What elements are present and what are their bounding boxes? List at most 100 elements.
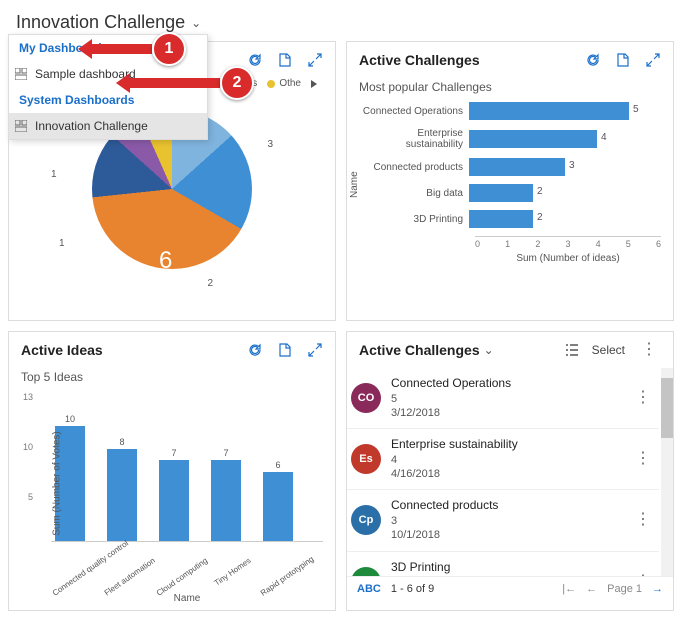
record-range: 1 - 6 of 9 — [391, 583, 434, 595]
hbar-category: 3D Printing — [359, 214, 469, 225]
scroll-thumb[interactable] — [661, 378, 673, 438]
list-item-title: Connected products — [391, 498, 621, 514]
select-button[interactable]: Select — [592, 343, 625, 357]
dashboard-title: Innovation Challenge — [16, 12, 185, 33]
vbar-category: Tiny Homes — [212, 556, 252, 588]
list-title-dropdown[interactable]: Active Challenges ⌄ — [359, 342, 494, 358]
hbar-row[interactable]: 3D Printing 2 — [359, 210, 661, 228]
hbar-value: 4 — [601, 132, 607, 143]
vbar-value: 6 — [275, 460, 280, 470]
pie-data-label: 1 — [59, 238, 65, 249]
expand-icon[interactable] — [307, 52, 323, 68]
list-item-title: Connected Operations — [391, 376, 621, 392]
more-icon[interactable]: ⋮ — [631, 451, 655, 467]
hbar-category: Big data — [359, 188, 469, 199]
avatar: 3 — [351, 567, 381, 576]
page-first-icon[interactable]: |← — [562, 583, 576, 595]
more-icon[interactable]: ⋮ — [637, 342, 661, 358]
page-indicator: Page 1 — [607, 583, 642, 595]
vbar-value: 7 — [171, 448, 176, 458]
list-item-count: 3 — [391, 514, 621, 528]
x-axis-label: Sum (Number of ideas) — [475, 253, 661, 264]
list-item-title: Enterprise sustainability — [391, 437, 621, 453]
hbar-row[interactable]: Connected Operations 5 — [359, 102, 661, 120]
vbar-chart[interactable]: 10 8 7 7 6 — [51, 392, 323, 542]
vbar-value: 8 — [119, 437, 124, 447]
hbar-value: 5 — [633, 104, 639, 115]
legend-label: Othe — [279, 78, 301, 89]
dashboard-dropdown-panel: My Dashboards Sample dashboard System Da… — [8, 34, 208, 140]
dropdown-item-innovation[interactable]: Innovation Challenge — [9, 113, 207, 139]
y-axis-label: Name — [349, 171, 360, 198]
expand-icon[interactable] — [645, 52, 661, 68]
card-active-challenges-list: Active Challenges ⌄ Select ⋮ COConnected… — [346, 331, 674, 611]
hbar-category: Enterprise sustainability — [359, 128, 469, 150]
dropdown-section-my[interactable]: My Dashboards — [9, 35, 207, 61]
card-title: Active Ideas — [21, 342, 103, 358]
avatar: Cp — [351, 505, 381, 535]
hbar-row[interactable]: Enterprise sustainability 4 — [359, 128, 661, 150]
dashboard-title-dropdown[interactable]: Innovation Challenge ⌄ — [8, 8, 674, 37]
dashboard-icon — [15, 120, 27, 132]
vbar-col[interactable]: 6 — [259, 392, 297, 541]
chart-subtitle: Top 5 Ideas — [21, 370, 323, 384]
dropdown-section-system[interactable]: System Dashboards — [9, 87, 207, 113]
pie-data-label: 6 — [159, 247, 172, 275]
list-view-icon[interactable] — [564, 342, 580, 358]
sort-abc-button[interactable]: ABC — [357, 583, 381, 595]
vbar-col[interactable]: 7 — [155, 392, 193, 541]
pie-data-label: 1 — [51, 169, 57, 180]
view-records-icon[interactable] — [615, 52, 631, 68]
list-item-date: 10/1/2018 — [391, 528, 621, 542]
scrollbar[interactable] — [661, 368, 673, 576]
pie-data-label: 3 — [267, 139, 273, 150]
dropdown-item-label: Sample dashboard — [35, 67, 136, 81]
vbar-category: Cloud computing — [155, 556, 209, 598]
x-axis-ticks: 0123456 — [475, 236, 661, 249]
list-item[interactable]: Cp Connected products310/1/2018 ⋮ — [347, 490, 659, 551]
card-title: Active Challenges — [359, 342, 480, 358]
chart-subtitle: Most popular Challenges — [359, 80, 661, 94]
page-next-icon[interactable]: → — [652, 583, 663, 595]
hbar-chart[interactable]: Connected Operations 5 Enterprise sustaina… — [359, 102, 661, 228]
hbar-row[interactable]: Connected products 3 — [359, 158, 661, 176]
list-item-date: 4/16/2018 — [391, 467, 621, 481]
refresh-icon[interactable] — [247, 52, 263, 68]
view-records-icon[interactable] — [277, 52, 293, 68]
page-prev-icon[interactable]: ← — [586, 583, 597, 595]
expand-icon[interactable] — [307, 342, 323, 358]
x-axis-categories: Connected quality controlFleet automatio… — [51, 542, 323, 565]
hbar-value: 3 — [569, 160, 575, 171]
vbar-value: 7 — [223, 448, 228, 458]
hbar-value: 2 — [537, 212, 543, 223]
list-item[interactable]: COConnected Operations53/12/2018⋮ — [347, 368, 659, 429]
hbar-row[interactable]: Big data2 — [359, 184, 661, 202]
list-item[interactable]: Es Enterprise sustainability44/16/2018 ⋮ — [347, 429, 659, 490]
vbar-category: Rapid prototyping — [259, 556, 313, 598]
y-axis-label: Sum (Number of Votes) — [52, 431, 63, 535]
view-records-icon[interactable] — [277, 342, 293, 358]
vbar-col[interactable]: 7 — [207, 392, 245, 541]
chevron-down-icon: ⌄ — [191, 16, 201, 30]
dropdown-item-label: Innovation Challenge — [35, 119, 148, 133]
list-item-date: 3/12/2018 — [391, 406, 621, 420]
dropdown-item-sample[interactable]: Sample dashboard — [9, 61, 207, 87]
x-axis-label: Name — [51, 593, 323, 604]
y-axis-ticks: 13 10 5 — [15, 392, 33, 542]
list-item-count: 5 — [391, 392, 621, 406]
dashboard-icon — [15, 68, 27, 80]
refresh-icon[interactable] — [247, 342, 263, 358]
vbar-col[interactable]: 8 — [103, 392, 141, 541]
vbar-value: 10 — [65, 414, 75, 424]
more-icon[interactable]: ⋮ — [631, 512, 655, 528]
list-item[interactable]: 33D Printing23/1/2018⋮ — [347, 552, 659, 576]
hbar-category: Connected Operations — [359, 106, 469, 117]
avatar: Es — [351, 444, 381, 474]
chevron-down-icon: ⌄ — [484, 343, 494, 357]
legend-scroll-icon[interactable] — [311, 80, 317, 88]
more-icon[interactable]: ⋮ — [631, 390, 655, 406]
card-active-challenges-chart: Active Challenges Most popular Challenge… — [346, 41, 674, 321]
refresh-icon[interactable] — [585, 52, 601, 68]
list-item-count: 4 — [391, 453, 621, 467]
hbar-category: Connected products — [359, 162, 469, 173]
